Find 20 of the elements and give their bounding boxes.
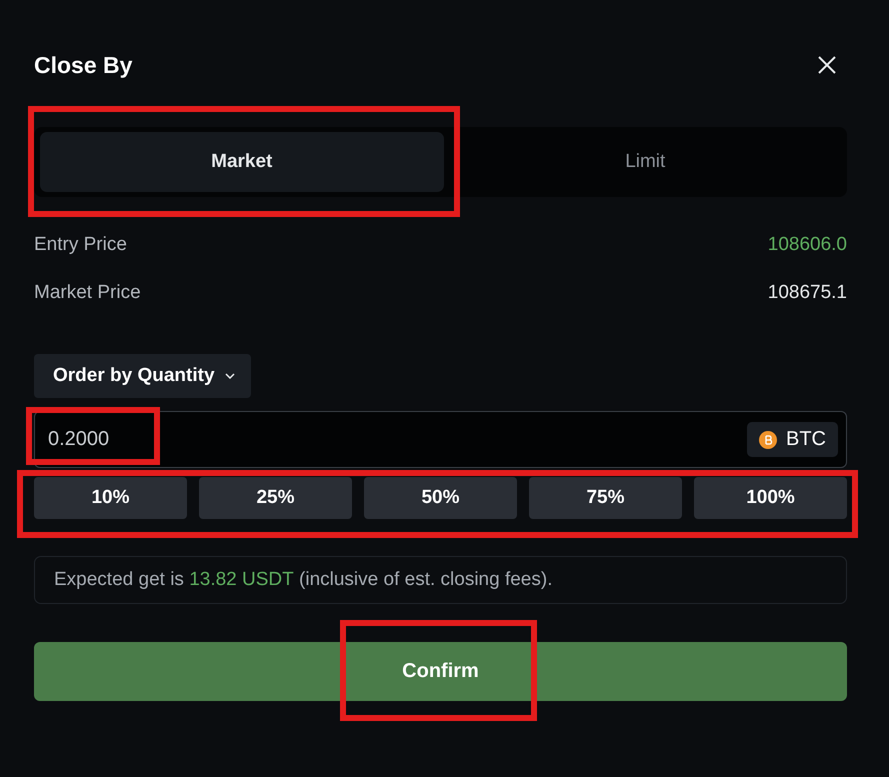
unit-label: BTC xyxy=(786,428,826,451)
percent-button[interactable]: 50% xyxy=(364,477,517,519)
percent-button[interactable]: 10% xyxy=(34,477,187,519)
tab[interactable]: Market xyxy=(40,132,444,192)
percent-button[interactable]: 25% xyxy=(199,477,352,519)
confirm-button[interactable]: Confirm xyxy=(34,642,847,701)
percent-button[interactable]: 75% xyxy=(529,477,682,519)
order-type-dropdown[interactable]: Order by Quantity xyxy=(34,354,251,398)
dialog-title: Close By xyxy=(34,52,132,78)
percent-button[interactable]: 100% xyxy=(694,477,847,519)
expected-note: Expected get is 13.82 USDT (inclusive of est. closing fees). xyxy=(34,556,847,604)
info-label: Entry Price xyxy=(34,233,127,257)
close-icon[interactable] xyxy=(817,55,837,75)
caret-icon xyxy=(224,373,235,379)
info-label: Market Price xyxy=(34,281,141,305)
coin-icon xyxy=(759,430,777,448)
tab[interactable]: Limit xyxy=(444,132,847,192)
quantity-value: 0.2000 xyxy=(48,428,110,451)
info-value: 108606.0 xyxy=(768,233,847,257)
info-value: 108675.1 xyxy=(768,281,847,305)
